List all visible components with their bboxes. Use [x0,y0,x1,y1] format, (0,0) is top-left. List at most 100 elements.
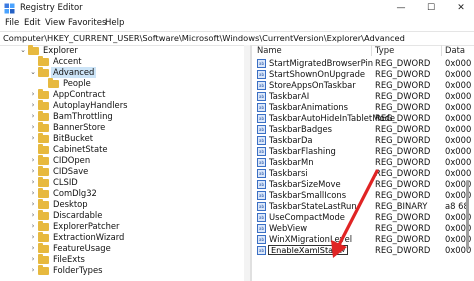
value-name: TaskbarSizeMove [269,179,341,189]
chevron-right-icon[interactable]: › [29,122,37,133]
value-name: TaskbarDa [269,135,313,145]
value-row[interactable]: ab TaskbarStateLastRun REG_BINARY a8 68 [252,201,474,212]
value-type: REG_DWORD [375,135,431,145]
value-data: 0x000 [445,102,472,112]
menu-view[interactable]: View [45,18,65,28]
reg-dword-icon: ab [257,92,266,101]
tree-item[interactable]: › BamThrottling [0,111,244,122]
rename-value-input[interactable] [268,245,348,255]
value-row[interactable]: ab StoreAppsOnTaskbar REG_DWORD 0x000 [252,80,474,91]
tree-item[interactable]: › CIDOpen [0,155,244,166]
tree-item[interactable]: › BannerStore [0,122,244,133]
tree-item[interactable]: › Desktop [0,199,244,210]
value-type: REG_DWORD [375,223,431,233]
tree-item[interactable]: Accent [0,56,244,67]
tree-item[interactable]: › AutoplayHandlers [0,100,244,111]
tree-item[interactable]: › AppContract [0,89,244,100]
chevron-right-icon[interactable]: › [29,243,37,254]
column-divider[interactable] [371,45,372,56]
value-row[interactable]: ab UseCompactMode REG_DWORD 0x000 [252,212,474,223]
value-row[interactable]: ab TaskbarSmallIcons REG_DWORD 0x000 [252,190,474,201]
tree-item[interactable]: › ExplorerPatcher [0,221,244,232]
chevron-right-icon[interactable]: › [29,111,37,122]
chevron-right-icon[interactable]: › [29,254,37,265]
chevron-right-icon[interactable]: › [29,100,37,111]
value-data: 0x000 [445,124,472,134]
tree-item[interactable]: › FolderTypes [0,265,244,276]
folder-icon [38,56,49,66]
value-row[interactable]: ab WebView REG_DWORD 0x000 [252,223,474,234]
chevron-right-icon[interactable]: › [29,265,37,276]
chevron-down-icon[interactable]: ⌄ [29,67,37,78]
tree-item[interactable]: › CLSID [0,177,244,188]
minimize-button[interactable]: — [386,0,416,17]
value-row[interactable]: ab WinXMigrationLevel REG_DWORD 0x000 [252,234,474,245]
reg-dword-icon: ab [257,114,266,123]
menu-help[interactable]: Help [105,18,124,28]
value-row[interactable]: ab StartMigratedBrowserPin REG_DWORD 0x000 [252,58,474,69]
tree-item[interactable]: People [0,78,244,89]
values-scrollbar-thumb[interactable] [466,180,469,250]
chevron-right-icon[interactable]: › [29,232,37,243]
value-row-editing[interactable]: abREG_DWORD0x000 [252,245,474,256]
value-type: REG_DWORD [375,102,431,112]
folder-icon [38,265,49,275]
value-row[interactable]: ab StartShownOnUpgrade REG_DWORD 0x000 [252,69,474,80]
chevron-right-icon[interactable]: › [29,177,37,188]
tree-item-label: CIDSave [53,166,89,176]
tree-item-label: ExtractionWizard [53,232,125,242]
chevron-right-icon[interactable]: › [29,89,37,100]
tree-item[interactable]: › ComDlg32 [0,188,244,199]
tree-item[interactable]: › BitBucket [0,133,244,144]
value-row[interactable]: ab TaskbarBadges REG_DWORD 0x000 [252,124,474,135]
menu-file[interactable]: File [5,18,19,28]
column-header-name[interactable]: Name [257,45,282,56]
close-button[interactable]: ✕ [446,0,474,17]
folder-icon [38,144,49,154]
tree-item[interactable]: CabinetState [0,144,244,155]
column-divider[interactable] [441,45,442,56]
address-bar[interactable]: Computer\HKEY_CURRENT_USER\Software\Micr… [0,31,474,46]
tree-item[interactable]: ⌄ Advanced [0,67,244,78]
tree-item[interactable]: › FileExts [0,254,244,265]
folder-icon [48,78,59,88]
value-row[interactable]: ab TaskbarAI REG_DWORD 0x000 [252,91,474,102]
tree-item[interactable]: ⌄ Explorer [0,45,244,56]
chevron-right-icon[interactable]: › [29,155,37,166]
tree-item[interactable]: › Discardable [0,210,244,221]
value-row[interactable]: ab TaskbarAutoHideInTabletMode REG_DWORD 0x… [252,113,474,124]
chevron-down-icon[interactable]: ⌄ [19,45,27,56]
reg-dword-icon: ab [257,136,266,145]
chevron-right-icon[interactable]: › [29,210,37,221]
tree-item-label: Desktop [53,199,88,209]
values-list[interactable]: Name Type Data ab StartMigratedBrowserPin… [252,45,474,281]
tree-item[interactable]: › FeatureUsage [0,243,244,254]
tree-item[interactable]: › ExtractionWizard [0,232,244,243]
value-row[interactable]: ab TaskbarDa REG_DWORD 0x000 [252,135,474,146]
value-type: REG_DWORD [375,245,431,255]
column-header-type[interactable]: Type [375,45,394,56]
maximize-button[interactable]: ☐ [416,0,446,17]
value-row[interactable]: ab TaskbarSizeMove REG_DWORD 0x000 [252,179,474,190]
value-name: WebView [269,223,308,233]
menu-favorites[interactable]: Favorites [68,18,106,28]
chevron-right-icon[interactable]: › [29,133,37,144]
value-row[interactable]: ab Taskbarsi REG_DWORD 0x000 [252,168,474,179]
reg-dword-icon: ab [257,246,266,255]
chevron-right-icon[interactable]: › [29,188,37,199]
chevron-right-icon[interactable]: › [29,221,37,232]
value-name: TaskbarSmallIcons [269,190,347,200]
address-path[interactable]: Computer\HKEY_CURRENT_USER\Software\Micr… [3,33,405,43]
tree-item[interactable]: › CIDSave [0,166,244,177]
value-type: REG_BINARY [375,201,428,211]
column-header-data[interactable]: Data [445,45,465,56]
value-row[interactable]: ab TaskbarMn REG_DWORD 0x000 [252,157,474,168]
menu-edit[interactable]: Edit [24,18,40,28]
chevron-right-icon[interactable]: › [29,199,37,210]
reg-dword-icon: ab [257,158,266,167]
key-tree[interactable]: ⌄ Explorer Accent ⌄ Advanced People › AppContra… [0,45,244,281]
reg-dword-icon: ab [257,125,266,134]
value-row[interactable]: ab TaskbarFlashing REG_DWORD 0x000 [252,146,474,157]
value-row[interactable]: ab TaskbarAnimations REG_DWORD 0x000 [252,102,474,113]
chevron-right-icon[interactable]: › [29,166,37,177]
